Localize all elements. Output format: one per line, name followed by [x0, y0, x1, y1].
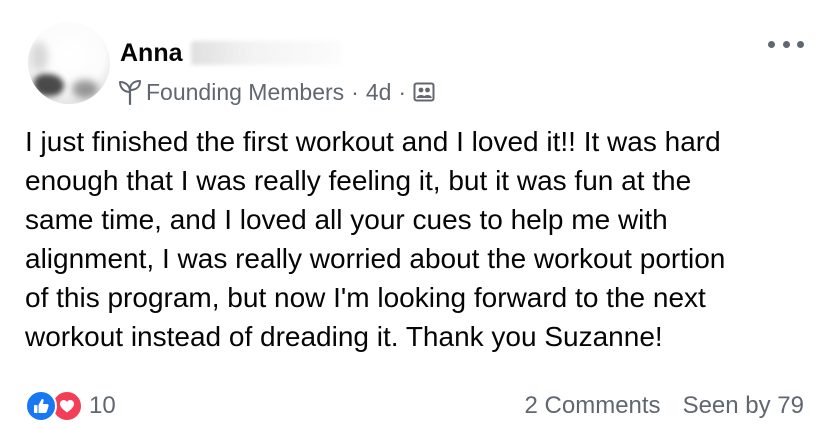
sprout-icon — [118, 79, 142, 106]
author-row: Anna — [120, 36, 341, 70]
more-dot — [768, 40, 775, 48]
more-dot — [782, 40, 790, 48]
reactions-summary[interactable]: 10 — [25, 390, 116, 422]
reaction-count: 10 — [89, 392, 116, 419]
meta-separator: · — [351, 78, 359, 105]
seen-by-link[interactable]: Seen by 79 — [683, 392, 804, 420]
post-meta: Founding Members · 4d · — [118, 77, 435, 107]
group-name[interactable]: Founding Members — [146, 79, 344, 106]
group-post: Anna Founding Members · 4d · I just fini… — [0, 0, 828, 429]
more-horizontal-icon[interactable] — [768, 36, 804, 52]
comments-link[interactable]: 2 Comments — [525, 392, 661, 420]
more-dot — [797, 40, 804, 48]
post-footer: 10 2 Comments Seen by 79 — [25, 390, 804, 422]
avatar-shade — [34, 74, 64, 96]
avatar[interactable] — [28, 22, 110, 104]
post-stats: 2 Comments Seen by 79 — [525, 392, 804, 420]
meta-separator: · — [398, 78, 407, 105]
author-name[interactable]: Anna — [120, 39, 183, 68]
post-body: I just finished the first workout and I … — [25, 126, 726, 352]
like-icon — [25, 390, 57, 422]
author-name-redacted — [190, 41, 341, 65]
avatar-shade — [30, 42, 48, 72]
post-time[interactable]: 4d — [366, 79, 392, 106]
avatar-shade — [72, 80, 98, 98]
group-privacy-icon — [413, 81, 435, 103]
